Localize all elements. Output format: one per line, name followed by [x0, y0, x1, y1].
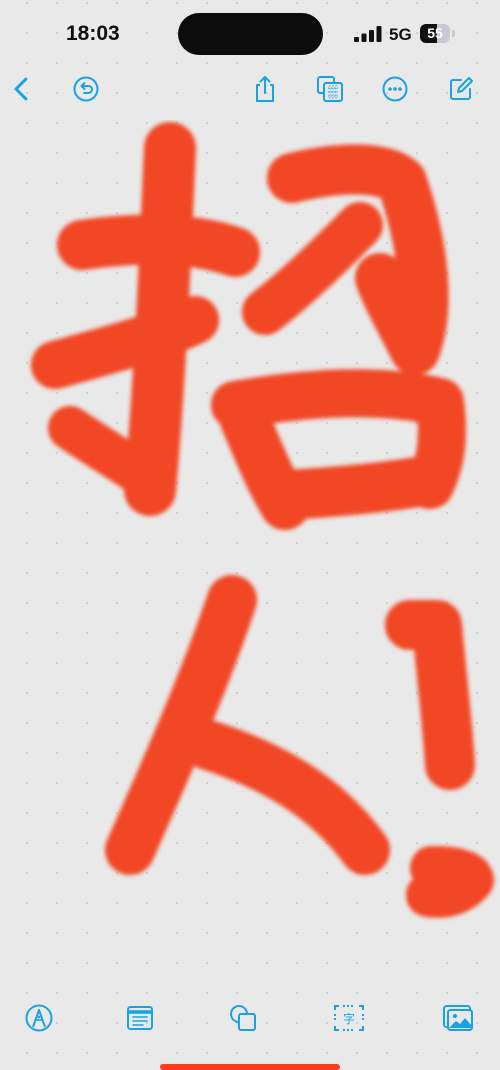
ink-stroke [260, 455, 455, 520]
share-button[interactable] [248, 72, 282, 106]
media-button[interactable] [440, 1000, 476, 1036]
grid-copy-icon [317, 76, 343, 102]
status-bar: 18:03 5G 55 [0, 0, 500, 68]
text-box-icon: 字 [334, 1005, 364, 1031]
cellular-signal-icon [354, 26, 382, 42]
undo-icon [73, 76, 99, 102]
ink-stroke [385, 600, 475, 790]
share-icon [256, 76, 274, 102]
back-button[interactable] [5, 72, 39, 106]
shapes-button[interactable] [225, 1000, 261, 1036]
more-button[interactable] [378, 72, 412, 106]
network-type: 5G [389, 25, 412, 44]
undo-button[interactable] [69, 72, 103, 106]
battery-icon: 55 [420, 24, 456, 43]
handwritten-text [31, 122, 494, 918]
ink-stroke [406, 846, 494, 918]
dynamic-island [178, 13, 323, 55]
chevron-left-icon [14, 77, 28, 101]
compose-icon [450, 77, 473, 100]
grid-view-button[interactable] [313, 72, 347, 106]
shapes-icon [230, 1005, 256, 1031]
ellipsis-icon [382, 76, 408, 102]
status-time: 18:03 [66, 22, 120, 45]
ink-stroke [183, 720, 390, 875]
pen-tool-button[interactable] [21, 1000, 57, 1036]
handwriting-drawing [31, 122, 494, 918]
home-indicator [160, 1064, 340, 1070]
text-box-button[interactable]: 字 [331, 1000, 367, 1036]
compose-button[interactable] [444, 72, 478, 106]
drawing-canvas[interactable] [0, 120, 500, 990]
battery-body: 55 [420, 24, 450, 43]
photo-icon [443, 1005, 473, 1031]
pen-icon [25, 1004, 53, 1032]
ink-stroke [242, 202, 383, 335]
sticky-note-button[interactable] [122, 1000, 158, 1036]
freeform-board-screen: 18:03 5G 55 字 [0, 0, 500, 1070]
text-box-glyph: 字 [343, 1011, 355, 1026]
battery-level: 55 [427, 25, 443, 41]
battery-tip [452, 30, 455, 37]
note-icon [127, 1006, 153, 1030]
top-toolbar [0, 64, 500, 114]
bottom-toolbar: 字 [0, 990, 500, 1050]
